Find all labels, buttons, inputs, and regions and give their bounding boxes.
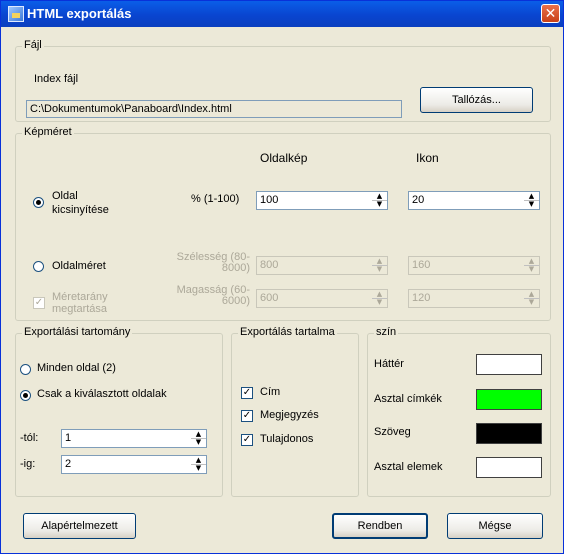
ikon-percent-value[interactable]: 20 — [412, 194, 424, 206]
spin-down-icon[interactable]: ▼ — [524, 200, 539, 208]
spin-down-icon[interactable]: ▼ — [524, 265, 539, 273]
oldal-kicsinyitese-label[interactable]: Oldal kicsinyítése — [52, 189, 122, 217]
megjegyzes-checkbox[interactable]: ✓ — [241, 410, 253, 422]
megse-button[interactable]: Mégse — [447, 513, 543, 539]
asztal-elemek-label: Asztal elemek — [374, 461, 443, 473]
oldalkep-percent-spinner[interactable]: 100 ▲ ▼ — [256, 191, 388, 210]
asztal-cimkek-color-swatch[interactable] — [476, 389, 542, 410]
oldalkep-column-header: Oldalkép — [260, 151, 308, 165]
ikon-percent-spinner[interactable]: 20 ▲ ▼ — [408, 191, 540, 210]
kepmeret-legend: Képméret — [22, 126, 74, 138]
szin-group: szín Háttér Asztal címkék Szöveg Asztal … — [367, 326, 551, 497]
tartalma-legend: Exportálás tartalma — [238, 326, 337, 338]
close-icon: ✕ — [544, 6, 557, 22]
close-button[interactable]: ✕ — [541, 4, 560, 23]
minden-oldal-label[interactable]: Minden oldal (2) — [37, 362, 116, 374]
oldalmeret-label[interactable]: Oldalméret — [52, 260, 106, 272]
fajl-group: Fájl Index fájl C:\Dokumentumok\Panaboar… — [15, 39, 551, 122]
kivalasztott-oldalak-radio[interactable] — [20, 390, 31, 401]
ikon-magassag-value[interactable]: 120 — [412, 292, 430, 304]
fajl-legend: Fájl — [22, 39, 44, 51]
rendben-button[interactable]: Rendben — [332, 513, 428, 539]
tartomany-legend: Exportálási tartomány — [22, 326, 133, 338]
ig-value[interactable]: 2 — [65, 458, 71, 470]
index-file-label: Index fájl — [34, 73, 79, 85]
spin-down-icon[interactable]: ▼ — [372, 200, 387, 208]
percent-label: % (1-100) — [191, 193, 240, 205]
ig-label: -ig: — [20, 458, 36, 470]
export-dialog: HTML exportálás ✕ Fájl Index fájl C:\Dok… — [0, 0, 564, 554]
tol-spinner[interactable]: 1 ▲ ▼ — [61, 429, 207, 448]
oldalmeret-radio[interactable] — [33, 261, 44, 272]
index-path-field[interactable]: C:\Dokumentumok\Panaboard\Index.html — [26, 100, 402, 118]
spin-down-icon[interactable]: ▼ — [191, 438, 206, 446]
hatter-color-swatch[interactable] — [476, 354, 542, 375]
tol-label: -tól: — [20, 432, 39, 444]
spin-down-icon[interactable]: ▼ — [372, 298, 387, 306]
oldalkep-magassag-value[interactable]: 600 — [260, 292, 278, 304]
kepmeret-group: Képméret Oldalkép Ikon Oldal kicsinyítés… — [15, 126, 551, 321]
kivalasztott-oldalak-label[interactable]: Csak a kiválasztott oldalak — [37, 388, 167, 400]
ikon-szelesseg-spinner[interactable]: 160 ▲ ▼ — [408, 256, 540, 275]
meretarany-label[interactable]: Méretarány megtartása — [52, 291, 122, 315]
oldalkep-percent-value[interactable]: 100 — [260, 194, 278, 206]
szin-legend: szín — [374, 326, 399, 338]
tartalma-group: Exportálás tartalma ✓ Cím ✓ Megjegyzés ✓… — [231, 326, 359, 497]
szoveg-label: Szöveg — [374, 426, 411, 438]
title-bar[interactable]: HTML exportálás ✕ — [1, 1, 563, 27]
szelesseg-label: Szélesség (80-8000) — [176, 251, 250, 274]
oldalkep-szelesseg-value[interactable]: 800 — [260, 259, 278, 271]
cim-checkbox[interactable]: ✓ — [241, 387, 253, 399]
asztal-elemek-color-swatch[interactable] — [476, 457, 542, 478]
spin-down-icon[interactable]: ▼ — [524, 298, 539, 306]
meretarany-checkbox[interactable]: ✓ — [33, 297, 45, 309]
asztal-cimkek-label: Asztal címkék — [374, 393, 442, 405]
spin-down-icon[interactable]: ▼ — [191, 464, 206, 472]
oldalkep-szelesseg-spinner[interactable]: 800 ▲ ▼ — [256, 256, 388, 275]
browse-button[interactable]: Tallózás... — [420, 87, 533, 113]
magassag-label: Magasság (60-6000) — [176, 284, 250, 307]
hatter-label: Háttér — [374, 358, 404, 370]
ig-spinner[interactable]: 2 ▲ ▼ — [61, 455, 207, 474]
tulajdonos-checkbox[interactable]: ✓ — [241, 434, 253, 446]
oldal-kicsinyitese-radio[interactable] — [33, 197, 44, 208]
app-icon — [8, 6, 24, 22]
szoveg-color-swatch[interactable] — [476, 423, 542, 444]
ikon-column-header: Ikon — [416, 151, 439, 165]
megjegyzes-label[interactable]: Megjegyzés — [260, 409, 319, 421]
tartomany-group: Exportálási tartomány Minden oldal (2) C… — [15, 326, 223, 497]
ikon-magassag-spinner[interactable]: 120 ▲ ▼ — [408, 289, 540, 308]
window-title: HTML exportálás — [27, 6, 132, 21]
tulajdonos-label[interactable]: Tulajdonos — [260, 433, 313, 445]
ikon-szelesseg-value[interactable]: 160 — [412, 259, 430, 271]
tol-value[interactable]: 1 — [65, 432, 71, 444]
alapertelmezett-button[interactable]: Alapértelmezett — [23, 513, 136, 539]
oldalkep-magassag-spinner[interactable]: 600 ▲ ▼ — [256, 289, 388, 308]
cim-label[interactable]: Cím — [260, 386, 280, 398]
minden-oldal-radio[interactable] — [20, 364, 31, 375]
spin-down-icon[interactable]: ▼ — [372, 265, 387, 273]
